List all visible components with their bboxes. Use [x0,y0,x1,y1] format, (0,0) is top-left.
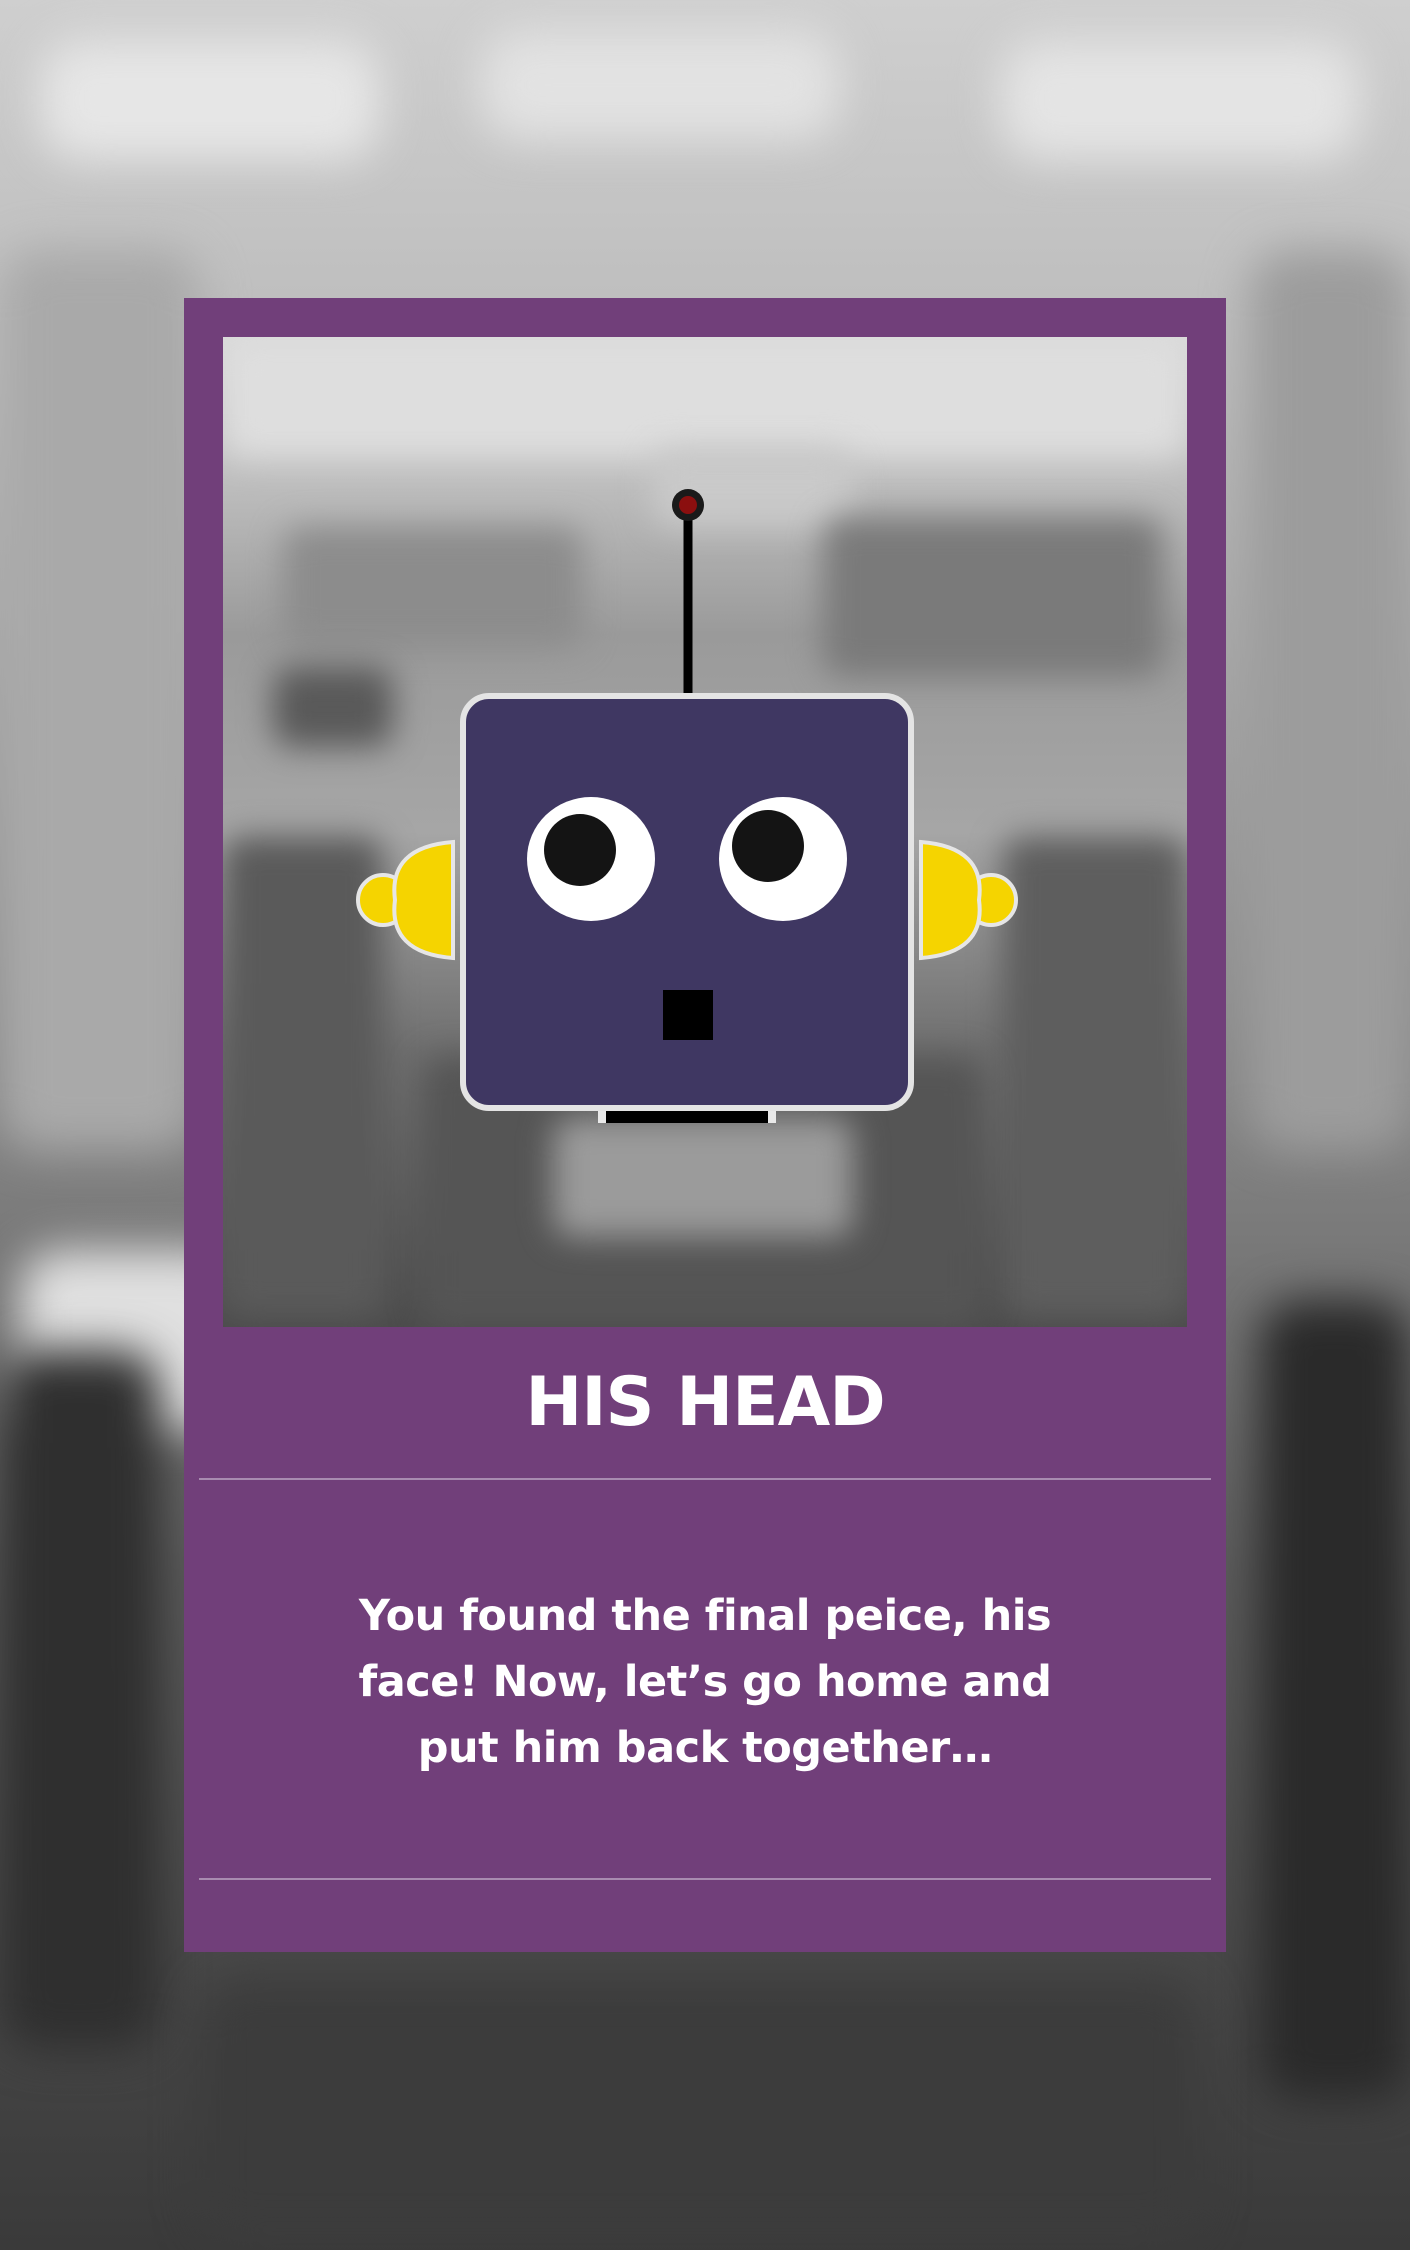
card-message: You found the final peice, his face! Now… [358,1591,1052,1773]
divider [199,1478,1211,1480]
story-card: HIS HEAD You found the final peice, his … [184,298,1226,1952]
card-photo [223,337,1187,1327]
divider [199,1878,1211,1880]
robot-head-icon [356,489,1018,1123]
card-title: HIS HEAD [525,1363,885,1442]
